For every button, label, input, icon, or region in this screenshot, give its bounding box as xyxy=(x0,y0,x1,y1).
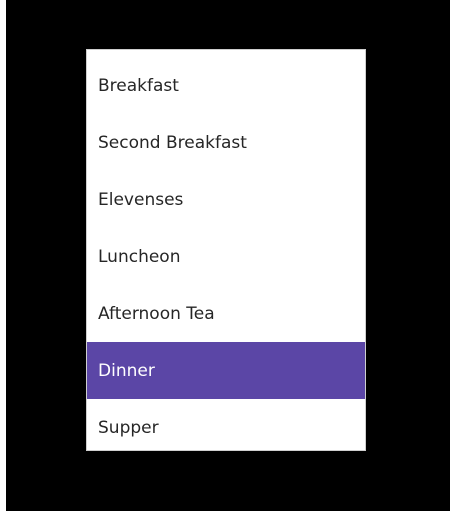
meal-list: Breakfast Second Breakfast Elevenses Lun… xyxy=(86,49,366,451)
list-item-luncheon[interactable]: Luncheon xyxy=(87,228,365,285)
list-item-second-breakfast[interactable]: Second Breakfast xyxy=(87,114,365,171)
list-item-breakfast[interactable]: Breakfast xyxy=(87,57,365,114)
list-item-supper[interactable]: Supper xyxy=(87,399,365,456)
list-item-afternoon-tea[interactable]: Afternoon Tea xyxy=(87,285,365,342)
list-item-elevenses[interactable]: Elevenses xyxy=(87,171,365,228)
list-item-dinner-selected[interactable]: Dinner xyxy=(87,342,365,399)
